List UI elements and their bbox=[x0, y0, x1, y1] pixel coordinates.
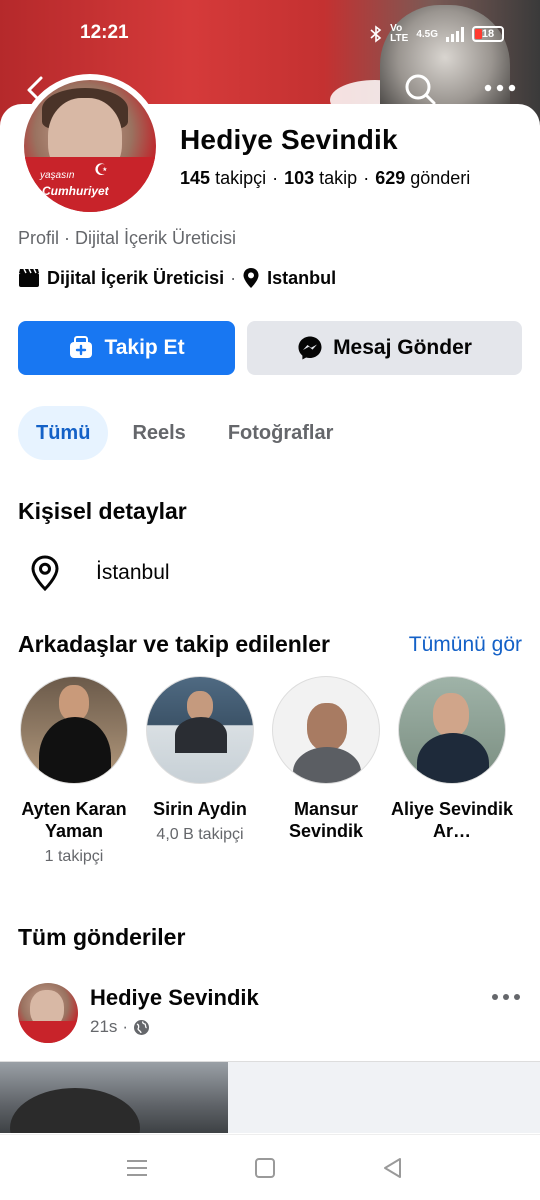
avatar-caption-small: yaşasın bbox=[40, 170, 75, 181]
see-all-friends-link[interactable]: Tümünü gör bbox=[409, 633, 522, 657]
posts-label: gönderi bbox=[410, 168, 471, 188]
detail-location-text: İstanbul bbox=[96, 561, 170, 584]
more-dots-icon[interactable] bbox=[480, 76, 520, 100]
location-pin-icon bbox=[31, 555, 59, 591]
post-time[interactable]: 21s bbox=[90, 1017, 117, 1037]
posts-count: 629 bbox=[375, 168, 406, 188]
post-photo-subject bbox=[10, 1088, 140, 1133]
status-time: 12:21 bbox=[80, 22, 129, 43]
followers-label[interactable]: takipçi bbox=[215, 168, 266, 188]
status-bar: 12:21 Vo LTE 4.5G 18 bbox=[0, 0, 540, 70]
friend-card[interactable]: Aliye Sevindik Ar… bbox=[391, 676, 513, 866]
friend-followers: 1 takipçi bbox=[44, 848, 104, 865]
all-posts-title: Tüm gönderiler bbox=[18, 924, 186, 950]
profile-tabs: Tümü Reels Fotoğraflar bbox=[18, 406, 357, 460]
follow-button-label: Takip Et bbox=[104, 336, 185, 359]
message-button-label: Mesaj Gönder bbox=[333, 336, 472, 359]
friends-section-title: Arkadaşlar ve takip edilenler bbox=[18, 631, 330, 657]
tab-all[interactable]: Tümü bbox=[18, 406, 109, 460]
messenger-icon bbox=[298, 336, 322, 360]
system-navigation-bar bbox=[0, 1134, 540, 1200]
message-button[interactable]: Mesaj Gönder bbox=[247, 321, 522, 375]
follow-button[interactable]: Takip Et bbox=[18, 321, 235, 375]
friend-card[interactable]: Ayten Karan Yaman 1 takipçi bbox=[18, 676, 130, 866]
clapperboard-icon bbox=[19, 268, 39, 287]
followers-count[interactable]: 145 bbox=[180, 168, 210, 188]
search-icon[interactable] bbox=[402, 70, 438, 108]
friend-avatar-head bbox=[59, 685, 89, 721]
friend-avatar-body bbox=[293, 747, 361, 783]
battery-level: 18 bbox=[481, 28, 495, 40]
friend-avatar-body bbox=[417, 733, 489, 783]
friend-avatar-body bbox=[39, 717, 111, 783]
friend-avatar-head bbox=[307, 703, 347, 751]
friends-list: Ayten Karan Yaman 1 takipçi Sirin Aydin … bbox=[18, 676, 522, 866]
volte-icon: Vo LTE bbox=[390, 23, 409, 44]
avatar-image: ☪ yaşasın Cumhuriyet bbox=[24, 80, 156, 212]
post-avatar-band bbox=[18, 1021, 78, 1043]
friend-name[interactable]: Aliye Sevindik Ar… bbox=[390, 798, 514, 842]
globe-icon bbox=[134, 1019, 150, 1035]
battery-icon: 18 bbox=[472, 26, 504, 42]
personal-details-title: Kişisel detaylar bbox=[18, 498, 187, 524]
friend-avatar-body bbox=[175, 717, 227, 753]
tab-photos[interactable]: Fotoğraflar bbox=[210, 406, 352, 460]
post-author-avatar[interactable] bbox=[18, 983, 78, 1043]
post-author-name[interactable]: Hediye Sevindik bbox=[90, 985, 259, 1011]
friend-name[interactable]: Ayten Karan Yaman bbox=[12, 798, 136, 842]
post-header: Hediye Sevindik 21s · bbox=[18, 983, 522, 1045]
profile-stats: 145 takipçi · 103 takip · 629 gönderi bbox=[180, 168, 471, 188]
profile-city[interactable]: Istanbul bbox=[267, 268, 336, 289]
friend-name[interactable]: Mansur Sevindik bbox=[264, 798, 388, 842]
profile-avatar[interactable]: ☪ yaşasın Cumhuriyet bbox=[18, 74, 162, 218]
home-icon[interactable] bbox=[250, 1155, 280, 1181]
following-label[interactable]: takip bbox=[319, 168, 357, 188]
profile-name: Hediye Sevindik bbox=[180, 124, 398, 155]
bluetooth-icon bbox=[370, 25, 382, 43]
post-media[interactable] bbox=[0, 1061, 540, 1133]
profile-category-line: Profil · Dijital İçerik Üreticisi bbox=[18, 228, 237, 248]
more-dots-icon[interactable] bbox=[490, 987, 522, 1007]
tab-reels[interactable]: Reels bbox=[114, 406, 203, 460]
status-icons: Vo LTE 4.5G 18 bbox=[370, 24, 504, 44]
avatar-caption-large: Cumhuriyet bbox=[42, 184, 109, 198]
friend-name[interactable]: Sirin Aydin bbox=[138, 798, 262, 820]
profile-meta: Dijital İçerik Üreticisi · Istanbul bbox=[18, 264, 336, 292]
signal-icon bbox=[446, 26, 464, 42]
back-triangle-icon[interactable] bbox=[378, 1155, 408, 1181]
friend-followers: 4,0 B takipçi bbox=[156, 826, 244, 843]
following-count[interactable]: 103 bbox=[284, 168, 314, 188]
friend-avatar[interactable] bbox=[20, 676, 128, 784]
network-type: 4.5G bbox=[416, 28, 438, 40]
friend-avatar[interactable] bbox=[272, 676, 380, 784]
friend-card[interactable]: Mansur Sevindik bbox=[270, 676, 382, 866]
friend-avatar[interactable] bbox=[398, 676, 506, 784]
post-meta-separator: · bbox=[122, 1017, 129, 1036]
crescent-star-icon: ☪ bbox=[94, 162, 109, 179]
recent-apps-icon[interactable] bbox=[122, 1155, 152, 1181]
post-meta: 21s · bbox=[90, 1017, 150, 1037]
post-photo[interactable] bbox=[0, 1062, 228, 1133]
add-friend-icon bbox=[70, 336, 93, 358]
friend-avatar[interactable] bbox=[146, 676, 254, 784]
friend-avatar-head bbox=[433, 693, 469, 737]
profile-category: Dijital İçerik Üreticisi bbox=[47, 267, 225, 288]
location-pin-icon bbox=[243, 268, 259, 288]
friend-card[interactable]: Sirin Aydin 4,0 B takipçi bbox=[144, 676, 256, 866]
detail-location-row[interactable]: İstanbul bbox=[30, 552, 170, 594]
